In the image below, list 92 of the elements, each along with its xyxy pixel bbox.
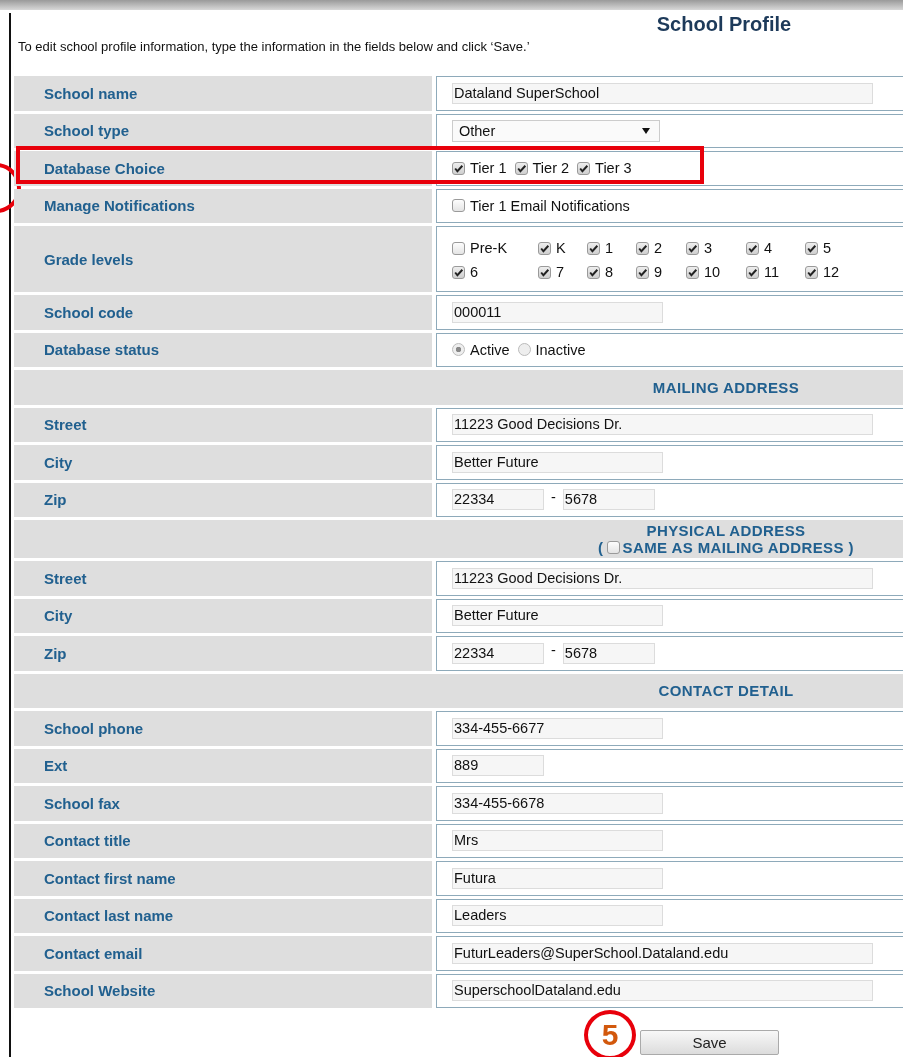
checkbox[interactable] — [452, 241, 465, 255]
checkbox-label: 11 — [764, 264, 780, 280]
checkbox-label: 1 — [605, 240, 614, 256]
radio-label: Active — [470, 341, 510, 358]
input-field[interactable]: 334-455-6678 — [452, 792, 663, 814]
input-field[interactable]: Dataland SuperSchool — [452, 82, 873, 104]
checkbox-label: Pre-K — [470, 240, 508, 256]
field-label-cell: Manage Notifications — [14, 188, 432, 223]
checkbox-label: Tier 2 — [532, 160, 570, 177]
field-label-cell: City — [14, 598, 432, 633]
checkbox[interactable] — [452, 199, 465, 213]
checkbox[interactable] — [805, 265, 818, 279]
input-field[interactable]: 11223 Good Decisions Dr. — [452, 414, 873, 436]
checkbox-label: 7 — [556, 264, 565, 280]
input-field[interactable]: 22334 — [452, 642, 544, 664]
step-number-callout: 5 — [584, 1010, 636, 1057]
input-field[interactable]: 5678 — [562, 489, 655, 511]
checkbox[interactable] — [686, 265, 699, 279]
radio-button[interactable] — [517, 343, 531, 357]
checkbox-label: 3 — [704, 240, 713, 256]
field-label-cell: School fax — [14, 786, 432, 821]
field-label-cell: School code — [14, 295, 432, 330]
checkbox[interactable] — [587, 241, 600, 255]
checkbox-label: 2 — [654, 240, 663, 256]
input-field[interactable]: 000011 — [452, 301, 663, 323]
input-field[interactable]: 5678 — [562, 642, 655, 664]
input-field[interactable]: FuturLeaders@SuperSchool.Dataland.edu — [452, 942, 873, 964]
field-label-cell: Contact first name — [14, 861, 432, 896]
input-field[interactable]: SuperschoolDataland.edu — [452, 980, 873, 1002]
field-label-cell: Grade levels — [14, 226, 432, 292]
checkbox-label: Tier 1 Email Notifications — [470, 197, 630, 214]
checkbox[interactable] — [538, 265, 551, 279]
section-title: MAILING ADDRESS — [652, 378, 800, 396]
input-field[interactable]: Mrs — [452, 830, 663, 852]
checkbox[interactable] — [636, 265, 649, 279]
field-label-cell: Ext — [14, 748, 432, 783]
input-field[interactable]: Leaders — [452, 905, 663, 927]
field-label-cell: Street — [14, 561, 432, 596]
save-button[interactable]: Save — [640, 1030, 779, 1055]
dropdown[interactable]: Other — [452, 119, 660, 142]
checkbox[interactable] — [577, 161, 591, 175]
input-field[interactable]: Better Future — [452, 451, 663, 473]
checkbox-label: 8 — [605, 264, 614, 280]
checkbox-label: Tier 1 — [470, 160, 507, 177]
input-field[interactable]: 22334 — [452, 489, 544, 511]
checkbox-label: 10 — [704, 264, 721, 280]
checkbox-label: 4 — [764, 240, 773, 256]
field-label-cell: School phone — [14, 711, 432, 746]
checkbox-label: K — [556, 240, 566, 256]
field-label-cell: Zip — [14, 482, 432, 517]
checkbox[interactable] — [452, 265, 465, 279]
field-label-cell: School name — [14, 76, 432, 111]
checkbox[interactable] — [686, 241, 699, 255]
checkbox-label: 5 — [823, 240, 832, 256]
checkbox[interactable] — [538, 241, 551, 255]
field-label-cell: Zip — [14, 636, 432, 671]
checkbox[interactable] — [746, 265, 759, 279]
radio-label: Inactive — [535, 341, 586, 358]
checkbox[interactable] — [636, 241, 649, 255]
checkbox-label: SAME AS MAILING ADDRESS ) — [622, 539, 854, 556]
input-field[interactable]: 11223 Good Decisions Dr. — [452, 567, 873, 589]
field-label-cell: Contact title — [14, 823, 432, 858]
field-label-cell: Contact last name — [14, 898, 432, 933]
instructions: To edit school profile information, type the information in the fields below and click ‘Save.’ — [18, 39, 531, 54]
caret-icon — [641, 126, 651, 135]
dash-text: - — [551, 488, 556, 505]
input-field[interactable]: Better Future — [452, 605, 663, 627]
field-label-cell: Street — [14, 407, 432, 442]
field-label-cell: School Website — [14, 973, 432, 1008]
field-label-cell: Database status — [14, 332, 432, 367]
checkbox-label: 6 — [470, 264, 479, 280]
checkbox[interactable] — [606, 541, 620, 554]
input-field[interactable]: 334-455-6677 — [452, 717, 663, 739]
field-label-cell: School type — [14, 113, 432, 148]
radio-button[interactable] — [452, 343, 465, 357]
field-label-cell: City — [14, 445, 432, 480]
checkbox-label: 9 — [654, 264, 663, 280]
page-title: School Profile — [655, 13, 793, 36]
checkbox[interactable] — [587, 265, 600, 279]
checkbox[interactable] — [452, 161, 465, 175]
field-label-cell: Contact email — [14, 936, 432, 971]
input-field[interactable]: 889 — [452, 755, 544, 777]
input-field[interactable]: Futura — [452, 867, 663, 889]
checkbox-label: Tier 3 — [595, 160, 632, 177]
checkbox-label: 12 — [823, 264, 840, 280]
checkbox[interactable] — [746, 241, 759, 255]
section-title: CONTACT DETAIL — [658, 682, 794, 700]
bracket-text: ( — [598, 539, 604, 556]
section-title: PHYSICAL ADDRESS — [646, 522, 806, 539]
checkbox[interactable] — [805, 241, 818, 255]
dash-text: - — [551, 642, 556, 659]
checkbox[interactable] — [514, 161, 528, 175]
